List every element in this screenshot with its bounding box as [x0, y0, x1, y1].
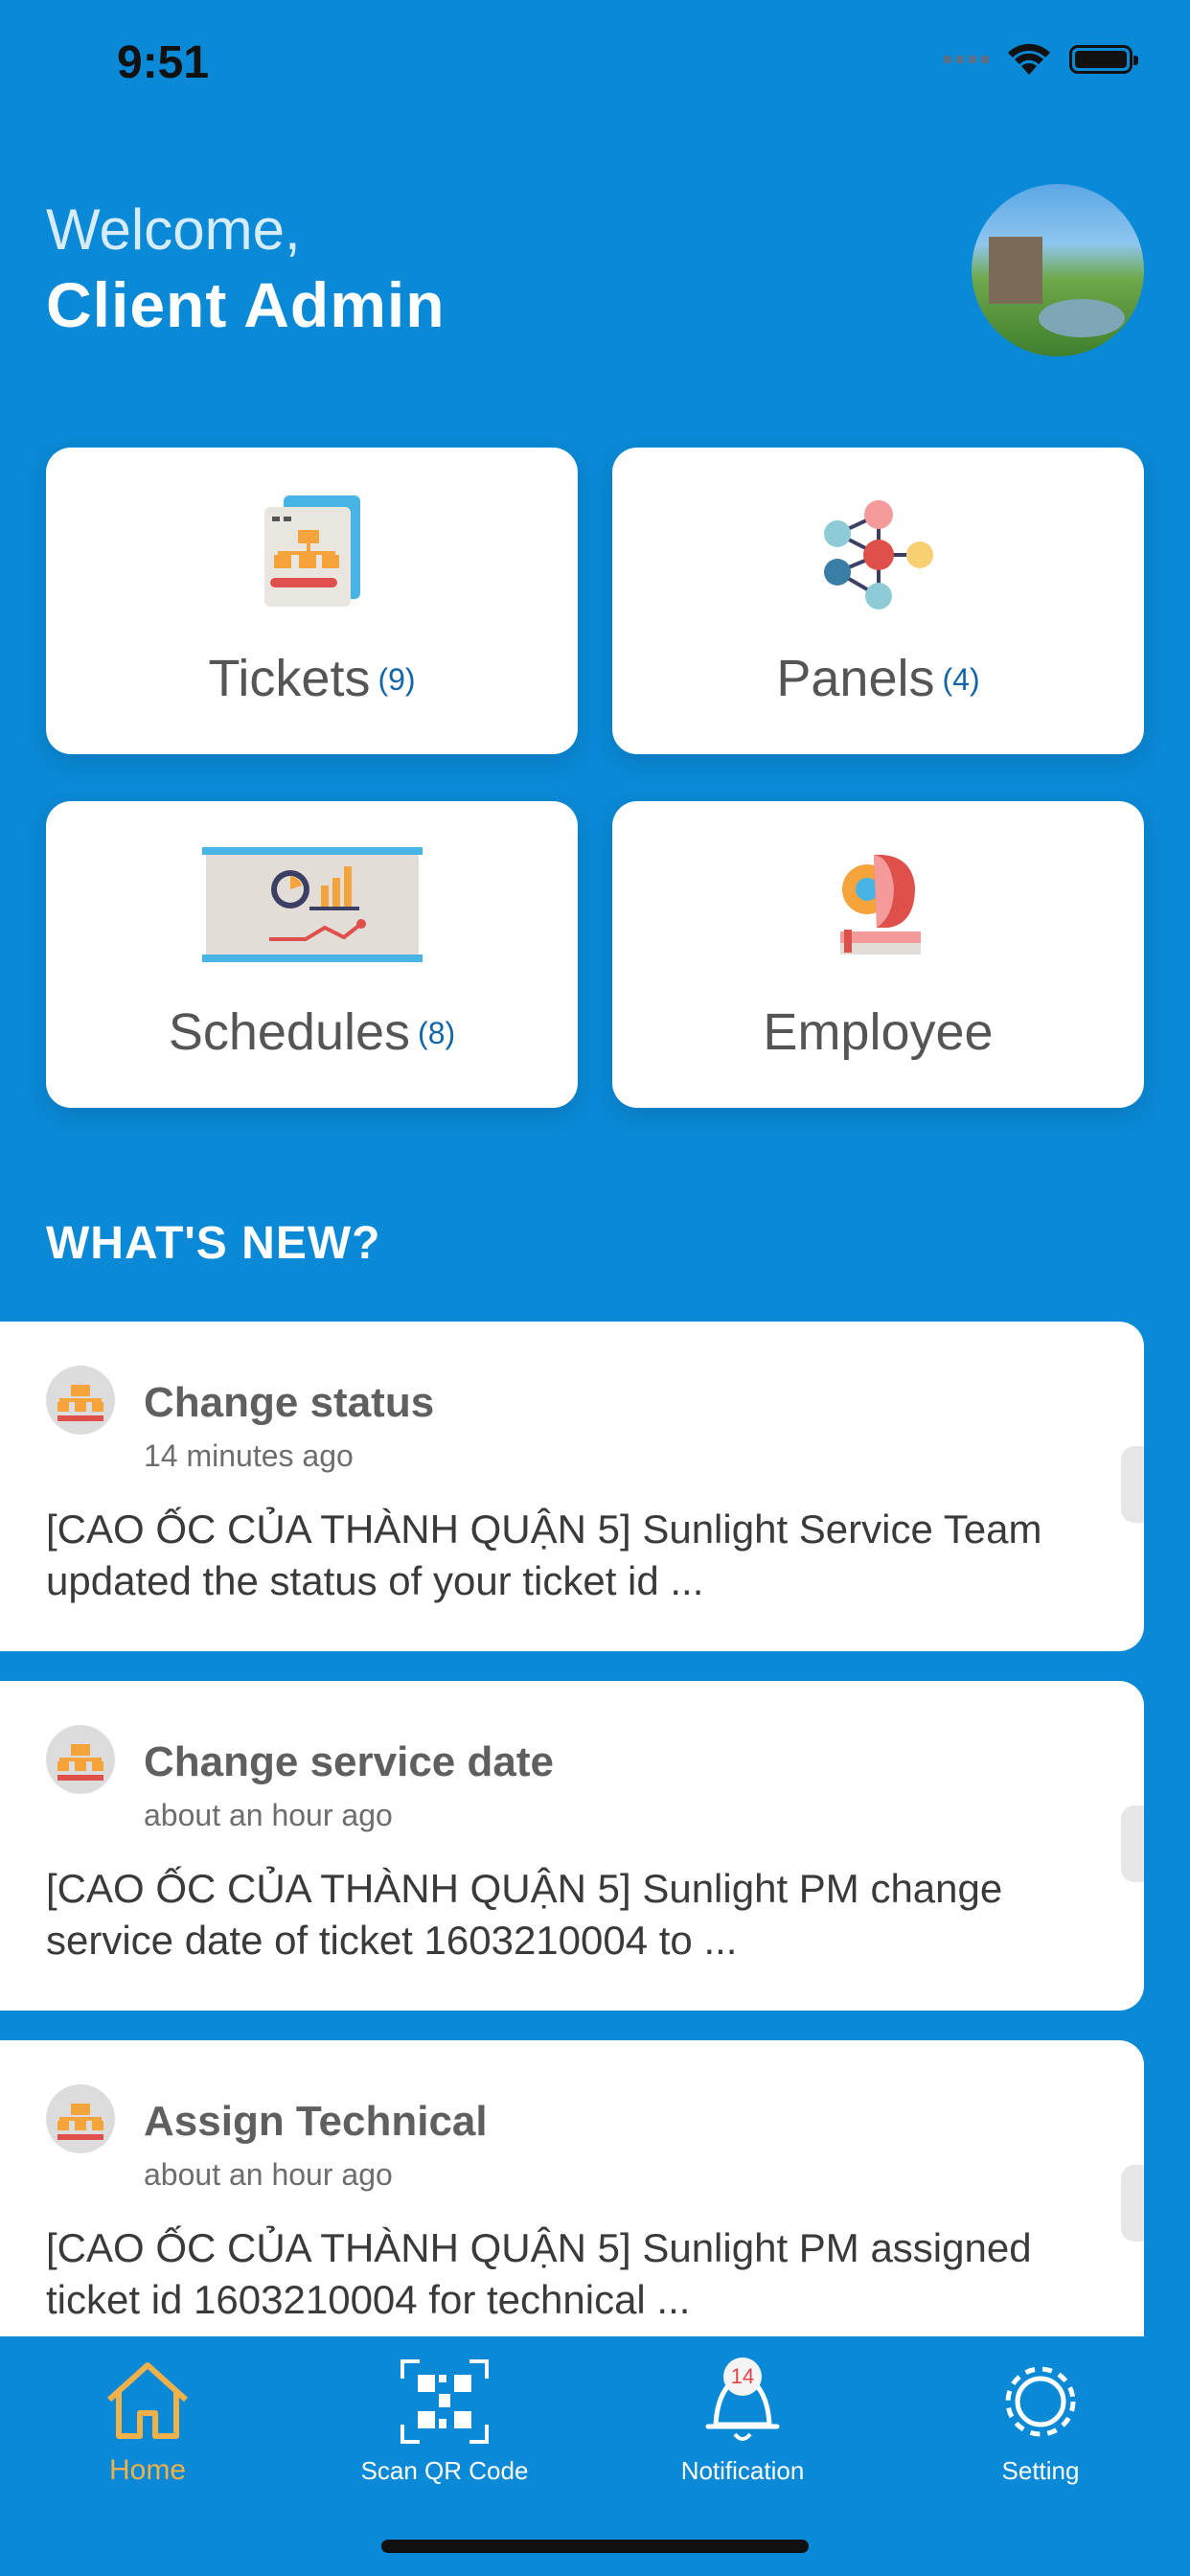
swipe-handle[interactable]: [1121, 1446, 1144, 1523]
tab-scan-qr-code[interactable]: Scan QR Code: [339, 2358, 550, 2486]
cellular-signal-icon: [944, 56, 989, 63]
news-item-body: [CAO ỐC CỦA THÀNH QUẬN 5] Sunlight Servi…: [46, 1506, 1042, 1603]
tab-label: Notification: [680, 2456, 805, 2485]
schedules-icon: [201, 847, 423, 962]
home-indicator: [381, 2540, 809, 2553]
news-item-time: about an hour ago: [144, 2157, 393, 2192]
whats-new-title: WHAT'S NEW?: [46, 1218, 381, 1269]
battery-icon: [1069, 45, 1138, 74]
tab-home[interactable]: Home: [42, 2358, 253, 2487]
tile-label: Tickets (9): [208, 650, 416, 707]
tab-label: Setting: [1001, 2456, 1080, 2485]
home-icon: [106, 2362, 189, 2439]
user-name: Client Admin: [46, 269, 446, 340]
schedules-tile[interactable]: Schedules (8): [46, 801, 578, 1108]
tile-label: Panels (4): [776, 650, 980, 707]
tab-notification[interactable]: 14 Notification: [637, 2358, 848, 2486]
gear-icon: [1005, 2366, 1076, 2437]
news-item[interactable]: Change status 14 minutes ago [CAO ỐC CỦA…: [0, 1322, 1144, 1651]
news-item-icon: [46, 2084, 115, 2153]
news-item-time: about an hour ago: [144, 1798, 393, 1832]
qr-code-icon: [400, 2359, 489, 2444]
news-item[interactable]: Change service date about an hour ago [C…: [0, 1681, 1144, 2011]
news-item-title: Change status: [144, 1379, 435, 1426]
notification-badge: 14: [723, 2358, 762, 2396]
news-item[interactable]: Assign Technical about an hour ago [CAO …: [0, 2040, 1144, 2370]
wifi-icon: [1008, 43, 1050, 75]
status-bar: 9:51: [0, 0, 1190, 125]
tab-label: Home: [108, 2454, 187, 2486]
tab-setting[interactable]: Setting: [935, 2358, 1146, 2486]
tile-label: Schedules (8): [168, 1003, 456, 1061]
news-item-icon: [46, 1366, 115, 1435]
schedules-count: (8): [418, 1016, 456, 1050]
status-time: 9:51: [117, 37, 210, 88]
tickets-tile[interactable]: Tickets (9): [46, 448, 578, 754]
tab-label: Scan QR Code: [360, 2456, 529, 2485]
panels-icon: [823, 500, 933, 610]
tickets-count: (9): [378, 662, 416, 697]
employee-icon: [839, 854, 921, 954]
avatar[interactable]: [972, 184, 1144, 356]
swipe-handle[interactable]: [1121, 1806, 1144, 1882]
welcome-greeting: Welcome,: [46, 197, 301, 262]
panels-tile[interactable]: Panels (4): [612, 448, 1144, 754]
news-item-body: [CAO ỐC CỦA THÀNH QUẬN 5] Sunlight PM ch…: [46, 1866, 1003, 1963]
status-icons: [944, 42, 1138, 77]
news-item-title: Assign Technical: [144, 2098, 488, 2145]
news-item-title: Change service date: [144, 1738, 554, 1785]
tile-label: Employee: [763, 1003, 994, 1061]
news-item-icon: [46, 1725, 115, 1794]
employee-tile[interactable]: Employee: [612, 801, 1144, 1108]
news-item-body: [CAO ỐC CỦA THÀNH QUẬN 5] Sunlight PM as…: [46, 2225, 1032, 2322]
news-item-time: 14 minutes ago: [144, 1438, 354, 1473]
tickets-icon: [263, 495, 360, 607]
swipe-handle[interactable]: [1121, 2165, 1144, 2242]
panels-count: (4): [942, 662, 980, 697]
